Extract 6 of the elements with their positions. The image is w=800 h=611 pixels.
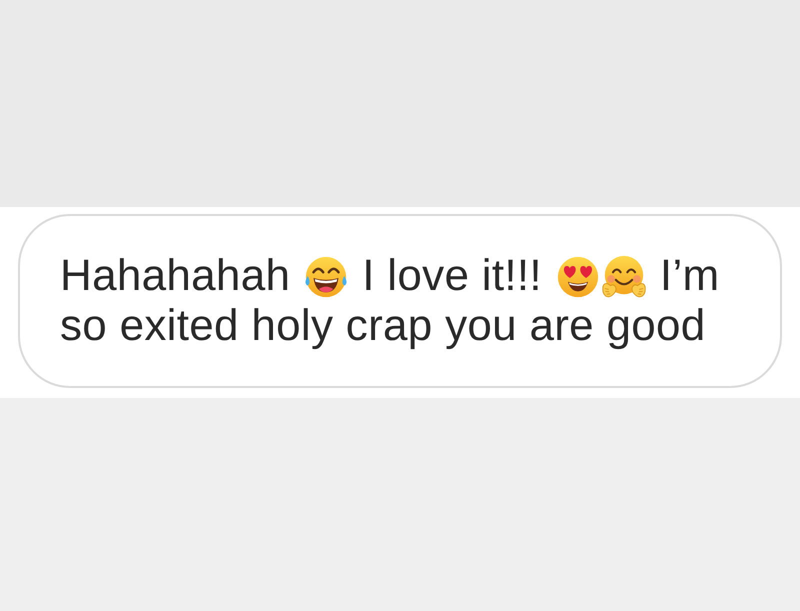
message-text: I love it!!! — [362, 251, 542, 300]
message-text: so exited holy crap you are good — [60, 301, 706, 350]
message-text: Hahahahah — [60, 251, 290, 300]
hugging-emoji-icon — [600, 254, 647, 300]
laughing-emoji-icon — [303, 254, 350, 300]
message-text: I’m — [660, 251, 720, 300]
